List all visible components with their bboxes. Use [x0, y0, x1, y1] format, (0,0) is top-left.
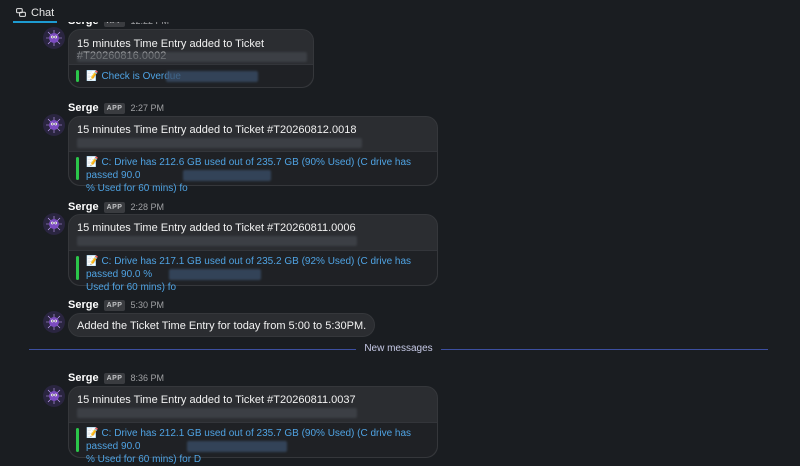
timestamp[interactable]: 8:36 PM [130, 373, 164, 383]
timestamp[interactable]: 2:28 PM [130, 202, 164, 212]
message-bubble: 15 minutes Time Entry added to Ticket #T… [68, 214, 438, 293]
app-badge: APP [103, 372, 126, 384]
attachment-card[interactable]: 📝 C: Drive has 217.1 GB used out of 235.2… [69, 250, 437, 293]
sender-name[interactable]: Serge [68, 102, 99, 114]
new-messages-divider: New messages [29, 343, 768, 354]
redacted-text [77, 52, 307, 62]
chat-bubbles-icon [16, 8, 26, 18]
redacted-text [77, 236, 357, 246]
app-badge: APP [103, 102, 126, 114]
redacted-text [166, 71, 258, 82]
redacted-text [169, 269, 261, 280]
message-bubble: 15 minutes Time Entry added to Ticket #T… [68, 29, 314, 88]
redacted-text [187, 441, 287, 452]
message-bubble: Added the Ticket Time Entry for today fr… [68, 313, 376, 337]
app-badge: APP [103, 299, 126, 311]
attachment-accent-bar [76, 70, 79, 82]
message-header: Serge APP 8:36 PM [68, 371, 164, 385]
message-title: 15 minutes Time Entry added to Ticket #T… [77, 124, 357, 136]
redacted-text [77, 138, 362, 148]
sender-name[interactable]: Serge [68, 201, 99, 213]
top-bar: Chat [0, 0, 800, 23]
bot-avatar-icon[interactable] [43, 114, 65, 136]
attachment-card[interactable]: 📝 C: Drive has 212.6 GB used out of 235.7… [69, 151, 437, 194]
attachment-accent-bar [76, 428, 79, 452]
message-header: Serge APP 2:27 PM [68, 101, 164, 115]
tab-chat[interactable]: Chat [13, 5, 58, 23]
new-messages-label: New messages [29, 343, 768, 354]
bot-avatar-icon[interactable] [43, 311, 65, 333]
message-bubble: 15 minutes Time Entry added to Ticket #T… [68, 386, 438, 465]
attachment-accent-bar [76, 157, 79, 180]
app-badge: APP [103, 201, 126, 213]
attachment-card[interactable]: 📝 C: Drive has 212.1 GB used out of 235.7… [69, 422, 437, 465]
sender-name[interactable]: Serge [68, 372, 99, 384]
bot-avatar-icon[interactable] [43, 27, 65, 49]
attachment-accent-bar [76, 256, 79, 280]
timestamp[interactable]: 2:27 PM [130, 103, 164, 113]
redacted-text [183, 170, 271, 181]
timestamp[interactable]: 5:30 PM [130, 300, 164, 310]
message-header: Serge APP 2:28 PM [68, 200, 164, 214]
memo-icon: 📝 [86, 256, 99, 267]
bot-avatar-icon[interactable] [43, 213, 65, 235]
message-title: 15 minutes Time Entry added to Ticket #T… [77, 222, 356, 234]
memo-icon: 📝 [86, 157, 99, 168]
attachment-card[interactable]: 📝 Check is Overdue [69, 64, 313, 87]
memo-icon: 📝 [86, 428, 99, 439]
memo-icon: 📝 [86, 71, 99, 82]
tab-chat-label: Chat [31, 7, 55, 19]
message-bubble: 15 minutes Time Entry added to Ticket #T… [68, 116, 438, 194]
message-header: Serge APP 5:30 PM [68, 298, 164, 312]
message-feed: Serge APP 12:22 PM 15 minutes Time Entry… [0, 0, 800, 465]
sender-name[interactable]: Serge [68, 299, 99, 311]
message-title: 15 minutes Time Entry added to Ticket #T… [77, 394, 356, 406]
redacted-text [77, 408, 357, 418]
bot-avatar-icon[interactable] [43, 385, 65, 407]
